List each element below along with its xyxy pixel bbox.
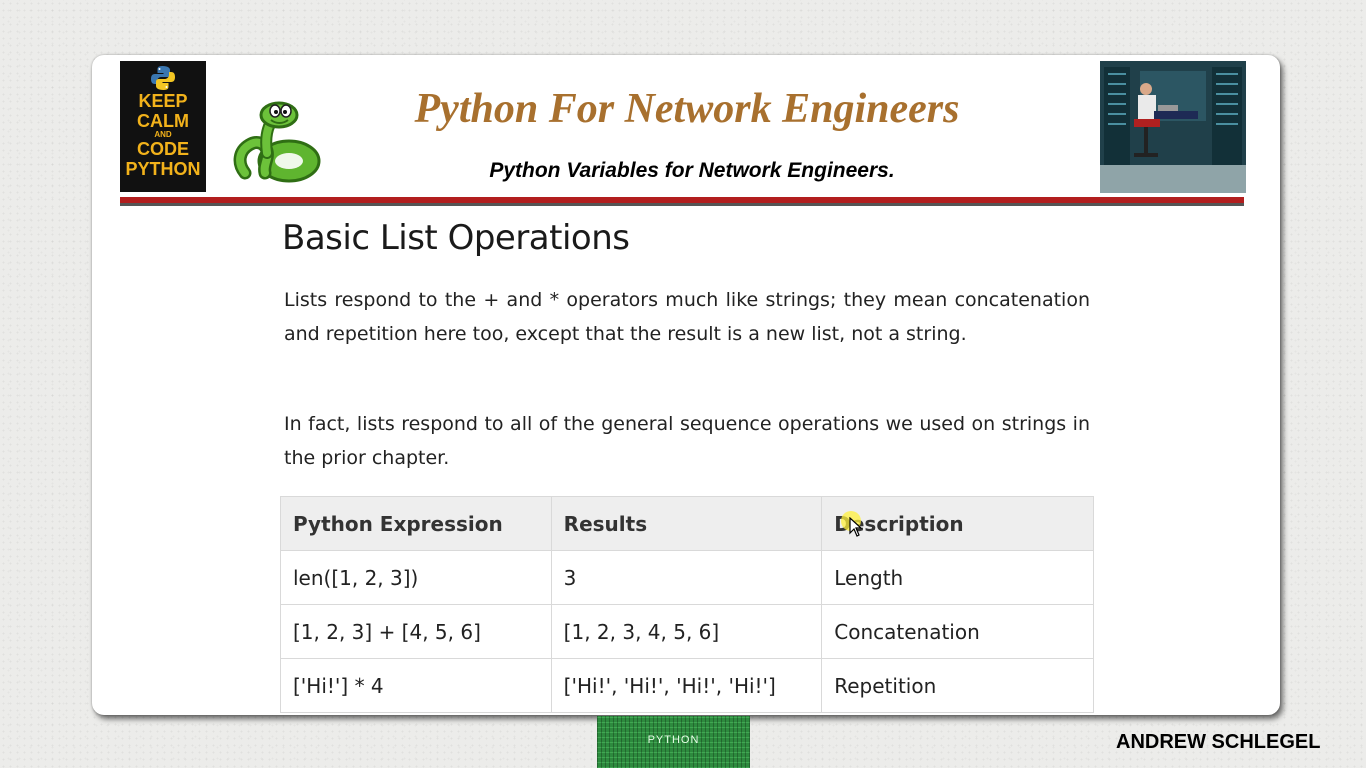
mouse-cursor-icon <box>849 517 863 537</box>
column-header: Python Expression <box>280 496 552 551</box>
table-cell: 3 <box>550 550 823 605</box>
book-thumbnail: PYTHON <box>597 716 750 768</box>
keep-calm-line: PYTHON <box>125 159 201 179</box>
header-divider <box>120 197 1244 203</box>
table-cell: ['Hi!'] * 4 <box>280 658 552 713</box>
paragraph: In fact, lists respond to all of the gen… <box>284 413 1090 469</box>
keep-calm-line: CALM <box>137 111 189 131</box>
keep-calm-line: AND <box>154 130 172 139</box>
table-cell: len([1, 2, 3]) <box>280 550 552 605</box>
page-subtitle: Python Variables for Network Engineers. <box>489 159 895 182</box>
table-cell: Concatenation <box>821 604 1094 659</box>
column-header: Results <box>550 496 823 551</box>
table-cell: [1, 2, 3, 4, 5, 6] <box>550 604 823 659</box>
python-logo-icon <box>151 66 175 90</box>
server-room-photo <box>1100 61 1246 193</box>
table-cell: ['Hi!', 'Hi!', 'Hi!', 'Hi!'] <box>550 658 823 713</box>
keep-calm-line: CODE <box>136 139 189 159</box>
snake-mascot-icon <box>233 101 321 183</box>
table-cell: Repetition <box>821 658 1094 713</box>
keep-calm-line: KEEP <box>138 91 188 111</box>
content-area: Basic List Operations Lists respond to t… <box>280 210 1094 715</box>
page-title: Python For Network Engineers <box>414 86 960 132</box>
table-cell: [1, 2, 3] + [4, 5, 6] <box>280 604 552 659</box>
paragraph: Lists respond to the + and * operators m… <box>284 289 1090 345</box>
section-heading: Basic List Operations <box>282 218 630 258</box>
author-name: ANDREW SCHLEGEL <box>1116 731 1321 753</box>
table-cell: Length <box>821 550 1094 605</box>
keep-calm-poster: KEEP CALM AND CODE PYTHON <box>120 61 206 192</box>
table-row: len([1, 2, 3]) 3 Length <box>280 550 1094 605</box>
table-row: [1, 2, 3] + [4, 5, 6] [1, 2, 3, 4, 5, 6]… <box>280 604 1094 659</box>
table-row: ['Hi!'] * 4 ['Hi!', 'Hi!', 'Hi!', 'Hi!']… <box>280 658 1094 713</box>
table-header-row: Python Expression Results Description <box>280 496 1094 551</box>
list-operations-table: Python Expression Results Description le… <box>280 496 1094 713</box>
slide: KEEP CALM AND CODE PYTHON Python For Net… <box>92 55 1280 715</box>
